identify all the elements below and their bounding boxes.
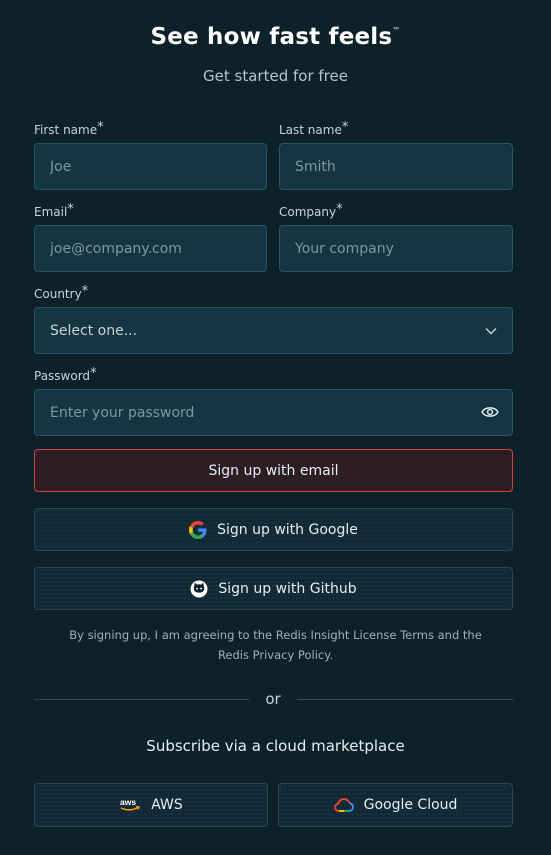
signup-github-label: Sign up with Github (218, 580, 357, 597)
aws-marketplace-label: AWS (151, 797, 183, 813)
required-mark: * (336, 202, 343, 217)
first-name-label-text: First name (34, 123, 98, 137)
required-mark: * (67, 202, 74, 217)
password-input-wrap (34, 389, 513, 436)
company-label-text: Company (279, 205, 337, 219)
password-label-text: Password (34, 369, 91, 383)
page-title: See how fast feels™ (0, 24, 551, 50)
marketplace-heading: Subscribe via a cloud marketplace (146, 737, 405, 755)
company-label: Company* (279, 203, 513, 221)
last-name-field: Last name* (279, 121, 513, 190)
signup-email-button[interactable]: Sign up with email (34, 449, 513, 492)
divider-left (34, 699, 249, 700)
page-subtitle: Get started for free (203, 67, 348, 85)
github-icon (190, 580, 208, 597)
google-cloud-icon (333, 797, 354, 812)
first-name-label: First name* (34, 121, 267, 139)
required-mark: * (81, 284, 89, 299)
country-label-text: Country (34, 287, 82, 301)
email-label: Email* (34, 203, 267, 221)
required-mark: * (97, 120, 104, 135)
trademark-mark: ™ (392, 26, 401, 35)
email-input[interactable] (34, 225, 267, 272)
email-label-text: Email (34, 205, 68, 219)
country-select[interactable]: Select one... (34, 307, 513, 354)
eye-icon[interactable] (481, 405, 499, 419)
country-field: Country* Select one... (34, 285, 513, 354)
country-label: Country* (34, 285, 513, 303)
last-name-label-text: Last name (279, 123, 342, 137)
password-field: Password* (34, 367, 513, 436)
company-field: Company* (279, 203, 513, 272)
divider-right (297, 699, 513, 700)
gcp-marketplace-button[interactable]: Google Cloud (278, 783, 513, 827)
aws-marketplace-button[interactable]: aws AWS (34, 783, 268, 827)
password-input[interactable] (34, 389, 513, 436)
required-mark: * (90, 366, 97, 381)
last-name-input[interactable] (279, 143, 513, 190)
google-icon (189, 520, 207, 539)
password-label: Password* (34, 367, 513, 385)
legal-text: By signing up, I am agreeing to the Redi… (69, 628, 482, 662)
divider-or-label: or (265, 690, 281, 708)
first-name-field: First name* (34, 121, 267, 190)
country-selected-value: Select one... (50, 322, 138, 339)
title-text: See how fast feels (150, 24, 393, 50)
required-mark: * (341, 120, 349, 135)
signup-email-label: Sign up with email (208, 462, 339, 479)
aws-icon: aws (120, 797, 141, 811)
signup-google-label: Sign up with Google (217, 521, 358, 538)
signup-github-button[interactable]: Sign up with Github (34, 567, 513, 610)
signup-google-button[interactable]: Sign up with Google (34, 508, 513, 551)
svg-text:aws: aws (120, 797, 136, 807)
gcp-marketplace-label: Google Cloud (363, 797, 458, 813)
last-name-label: Last name* (279, 121, 513, 139)
company-input[interactable] (279, 225, 513, 272)
chevron-down-icon (485, 327, 497, 334)
email-field: Email* (34, 203, 267, 272)
first-name-input[interactable] (34, 143, 267, 190)
